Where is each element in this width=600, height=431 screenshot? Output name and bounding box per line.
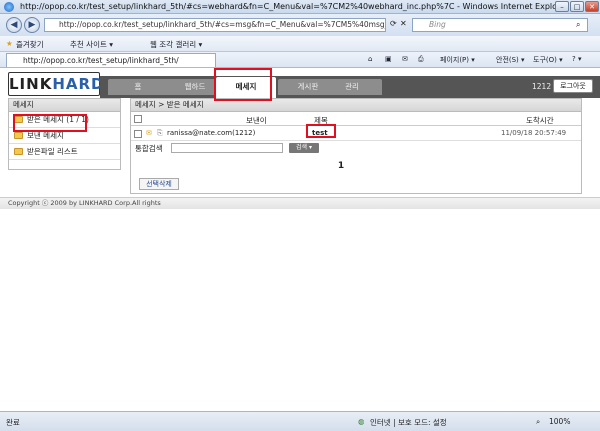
address-toolbar: ◀ ▶ http://opop.co.kr/test_setup/linkhar… xyxy=(0,14,600,36)
zoom-icon: ⌕ xyxy=(536,417,541,426)
sidebar-header: 메세지 xyxy=(9,99,120,112)
delete-selected-button[interactable]: 선택삭제 xyxy=(139,178,179,190)
envelope-icon: ✉ xyxy=(146,129,152,137)
refresh-icon[interactable]: ⟳ xyxy=(390,19,397,28)
site-logo[interactable]: LINKHARD xyxy=(8,72,103,96)
web-slice-gallery-link[interactable]: 웹 조각 갤러리 ▾ xyxy=(150,39,202,50)
page-number[interactable]: 1 xyxy=(131,161,551,171)
user-code: 1212 xyxy=(532,82,552,91)
minimize-button[interactable]: – xyxy=(555,1,569,12)
row-checkbox[interactable] xyxy=(134,130,142,138)
message-search-input[interactable] xyxy=(171,143,283,153)
breadcrumb: 메세지 > 받은 메세지 xyxy=(131,99,581,112)
tab-bar: http://opop.co.kr/test_setup/linkhard_5t… xyxy=(0,52,600,68)
attachment-icon: ⎘ xyxy=(157,129,163,137)
address-bar[interactable]: http://opop.co.kr/test_setup/linkhard_5t… xyxy=(44,18,386,32)
row-arrival: 11/09/18 20:57:49 xyxy=(501,129,567,137)
favorites-star-icon: ★ xyxy=(6,39,13,48)
forward-button[interactable]: ▶ xyxy=(24,17,40,33)
search-icon[interactable]: ⌕ xyxy=(576,20,580,30)
nav-tab-home[interactable]: 홈 xyxy=(108,79,168,95)
search-input[interactable]: Bing xyxy=(412,18,588,32)
search-button[interactable]: 검색 ▾ xyxy=(289,143,319,153)
table-row[interactable]: ✉ ⎘ ranissa@nate.com(1212) test 11/09/18… xyxy=(131,127,581,141)
ie-icon xyxy=(4,2,14,12)
stop-icon[interactable]: ✕ xyxy=(400,19,407,28)
column-arrival: 도착시간 xyxy=(526,116,554,125)
zoom-level[interactable]: 100% xyxy=(549,417,570,426)
browser-tab[interactable]: http://opop.co.kr/test_setup/linkhard_5t… xyxy=(6,53,216,67)
mail-icon[interactable]: ✉ xyxy=(402,55,408,63)
main-nav: 홈 웹하드 메세지 게시판 관리 1212 로그아웃 xyxy=(100,76,600,98)
folder-icon xyxy=(14,132,23,139)
page-menu[interactable]: 페이지(P) ▾ xyxy=(440,55,475,65)
maximize-button[interactable]: □ xyxy=(570,1,584,12)
sidebar: 메세지 받은 메세지 (1 / 1) 보낸 메세지 받은파일 리스트 xyxy=(8,98,121,170)
search-row: 통합검색 검색 ▾ xyxy=(135,142,581,156)
home-icon[interactable]: ⌂ xyxy=(368,55,372,63)
window-title: http://opop.co.kr/test_setup/linkhard_5t… xyxy=(20,2,569,11)
column-sender: 보낸이 xyxy=(246,116,267,125)
feeds-icon[interactable]: ▣ xyxy=(385,55,392,63)
window-titlebar: http://opop.co.kr/test_setup/linkhard_5t… xyxy=(0,0,600,14)
status-bar: 완료 ◍ 인터넷 | 보호 모드: 설정 ⌕ 100% xyxy=(0,411,600,431)
status-text: 완료 xyxy=(6,418,20,427)
tools-menu[interactable]: 도구(O) ▾ xyxy=(533,55,563,65)
folder-icon xyxy=(14,148,23,155)
row-sender: ranissa@nate.com(1212) xyxy=(167,129,256,137)
print-icon[interactable]: ⎙ xyxy=(418,55,424,64)
footer-copyright: Copyright ⓒ 2009 by LINKHARD Corp.All ri… xyxy=(0,197,600,209)
suggested-sites-link[interactable]: 추천 사이트 ▾ xyxy=(70,39,113,50)
highlight-title-link xyxy=(306,124,336,138)
globe-icon: ◍ xyxy=(358,417,365,426)
nav-tab-admin[interactable]: 관리 xyxy=(322,79,382,95)
highlight-inbox xyxy=(13,114,87,132)
table-header: 보낸이 제목 도착시간 xyxy=(131,113,581,126)
back-button[interactable]: ◀ xyxy=(6,17,22,33)
close-button[interactable]: ✕ xyxy=(585,1,599,12)
safety-menu[interactable]: 안전(S) ▾ xyxy=(496,55,525,65)
sidebar-item-received-files[interactable]: 받은파일 리스트 xyxy=(9,144,120,160)
favorites-bar: ★ 즐겨찾기 추천 사이트 ▾ 웹 조각 갤러리 ▾ xyxy=(0,36,600,52)
highlight-nav-message xyxy=(214,68,272,101)
page-content: LINKHARD 홈 웹하드 메세지 게시판 관리 1212 로그아웃 메세지 … xyxy=(0,68,600,411)
security-zone[interactable]: 인터넷 | 보호 모드: 설정 xyxy=(370,417,447,428)
favorites-button[interactable]: 즐겨찾기 xyxy=(16,39,44,50)
search-label: 통합검색 xyxy=(135,144,163,153)
logout-button[interactable]: 로그아웃 xyxy=(553,79,593,93)
help-menu[interactable]: ? ▾ xyxy=(572,55,581,63)
message-panel: 메세지 > 받은 메세지 보낸이 제목 도착시간 ✉ ⎘ ranissa@nat… xyxy=(130,98,582,194)
select-all-checkbox[interactable] xyxy=(134,115,142,123)
